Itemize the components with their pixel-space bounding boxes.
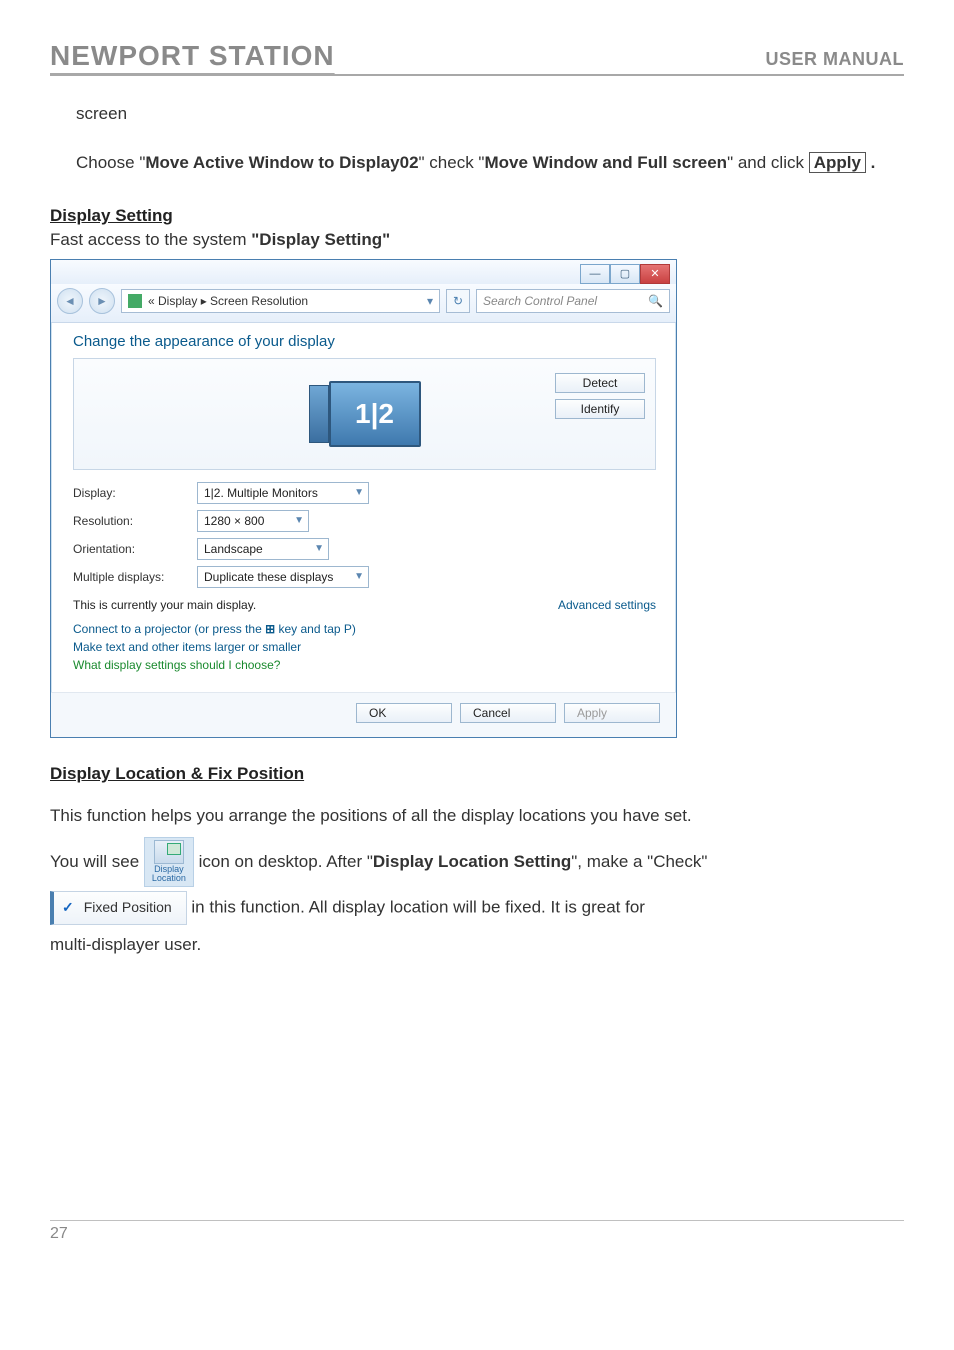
ok-button[interactable]: OK [356, 703, 452, 723]
chevron-down-icon: ▼ [354, 571, 364, 582]
detect-button[interactable]: Detect [555, 373, 645, 393]
resolution-select[interactable]: 1280 × 800 ▼ [197, 510, 309, 532]
text-fragment: " check " [419, 153, 485, 172]
page-header: NEWPORT STATION USER MANUAL [50, 40, 904, 76]
chevron-down-icon: ▼ [354, 487, 364, 498]
paragraph-fixed-position-line: ✓ Fixed Position in this function. All d… [50, 891, 904, 925]
check-icon: ✓ [62, 896, 74, 920]
breadcrumb-text: « Display ▸ Screen Resolution [148, 294, 308, 308]
bold-move-window: Move Window and Full screen [484, 153, 727, 172]
doc-subtitle: USER MANUAL [766, 49, 905, 70]
row-display: Display: 1|2. Multiple Monitors ▼ [73, 482, 656, 504]
desktop-icon-graphic [154, 840, 184, 864]
paragraph-fast-access: Fast access to the system "Display Setti… [50, 226, 904, 255]
main-display-line: This is currently your main display. Adv… [73, 598, 656, 612]
minimize-button[interactable]: — [580, 264, 610, 284]
fixed-position-menu-item[interactable]: ✓ Fixed Position [50, 891, 187, 925]
nav-forward-button[interactable]: ► [89, 288, 115, 314]
row-orientation: Orientation: Landscape ▼ [73, 538, 656, 560]
main-display-text: This is currently your main display. [73, 598, 256, 612]
windows-key-icon: ⊞ [265, 622, 275, 636]
dialog-title: Change the appearance of your display [73, 333, 656, 350]
text-fragment: ", make a "Check" [571, 851, 707, 870]
display-select-value: 1|2. Multiple Monitors [204, 486, 318, 500]
apply-button[interactable]: Apply [564, 703, 660, 723]
doc-title: NEWPORT STATION [50, 40, 335, 72]
page-number: 27 [50, 1220, 904, 1243]
text-period: . [866, 153, 875, 172]
projector-text-b: key and tap P) [275, 622, 356, 636]
resolution-select-value: 1280 × 800 [204, 514, 264, 528]
row-multiple: Multiple displays: Duplicate these displ… [73, 566, 656, 588]
chevron-down-icon: ▼ [314, 543, 324, 554]
search-input[interactable]: Search Control Panel 🔍 [476, 289, 670, 313]
heading-display-setting: Display Setting [50, 206, 904, 226]
close-button[interactable]: ✕ [640, 264, 670, 284]
label-resolution: Resolution: [73, 514, 183, 528]
monitor-number: 1|2 [355, 398, 394, 430]
text-fragment: Choose " [76, 153, 145, 172]
address-bar: ◄ ► « Display ▸ Screen Resolution ▾ ↻ Se… [51, 284, 676, 323]
display-location-desktop-icon[interactable]: Display Location [144, 837, 194, 888]
text-size-link[interactable]: Make text and other items larger or smal… [73, 640, 656, 654]
text-fragment: Fast access to the system [50, 230, 251, 249]
projector-link[interactable]: Connect to a projector (or press the ⊞ k… [73, 622, 656, 636]
dialog-body: Change the appearance of your display 1|… [51, 323, 676, 692]
apply-key: Apply [809, 152, 866, 173]
projector-text-a: Connect to a projector (or press the [73, 622, 265, 636]
paragraph-loc-icon-line: You will see Display Location icon on de… [50, 837, 904, 888]
window-controls: — ▢ ✕ [51, 260, 676, 284]
search-icon: 🔍 [648, 294, 663, 308]
paragraph-loc-intro: This function helps you arrange the posi… [50, 802, 904, 831]
chevron-down-icon: ▼ [294, 515, 304, 526]
chevron-down-icon[interactable]: ▾ [427, 294, 433, 308]
orientation-select-value: Landscape [204, 542, 263, 556]
monitor-graphic: 1|2 [309, 381, 421, 447]
fixed-position-label: Fixed Position [84, 896, 172, 920]
text-fragment: icon on desktop. After " [199, 851, 373, 870]
orientation-select[interactable]: Landscape ▼ [197, 538, 329, 560]
display-preview[interactable]: 1|2 Detect Identify [73, 358, 656, 470]
cancel-button[interactable]: Cancel [460, 703, 556, 723]
identify-button[interactable]: Identify [555, 399, 645, 419]
dialog-button-row: OK Cancel Apply [51, 692, 676, 737]
heading-display-location: Display Location & Fix Position [50, 764, 904, 784]
help-link[interactable]: What display settings should I choose? [73, 658, 656, 672]
control-panel-icon [128, 294, 142, 308]
row-resolution: Resolution: 1280 × 800 ▼ [73, 510, 656, 532]
maximize-button[interactable]: ▢ [610, 264, 640, 284]
label-display: Display: [73, 486, 183, 500]
breadcrumb[interactable]: « Display ▸ Screen Resolution ▾ [121, 289, 440, 313]
label-multiple: Multiple displays: [73, 570, 183, 584]
refresh-button[interactable]: ↻ [446, 289, 470, 313]
screen-resolution-dialog: — ▢ ✕ ◄ ► « Display ▸ Screen Resolution … [50, 259, 677, 738]
desktop-icon-label: Display Location [152, 864, 186, 884]
paragraph-loc-last: multi-displayer user. [50, 931, 904, 960]
paragraph-choose: Choose "Move Active Window to Display02"… [76, 149, 904, 178]
paragraph-screen: screen [76, 100, 904, 129]
text-fragment: You will see [50, 851, 144, 870]
multiple-displays-select[interactable]: Duplicate these displays ▼ [197, 566, 369, 588]
text-fragment: " and click [727, 153, 809, 172]
text-fragment: in this function. All display location w… [191, 898, 645, 917]
monitor-side-icon [309, 385, 329, 443]
display-select[interactable]: 1|2. Multiple Monitors ▼ [197, 482, 369, 504]
nav-back-button[interactable]: ◄ [57, 288, 83, 314]
search-placeholder: Search Control Panel [483, 294, 597, 308]
bold-move-active: Move Active Window to Display02 [145, 153, 418, 172]
label-orientation: Orientation: [73, 542, 183, 556]
bold-display-location-setting: Display Location Setting [373, 851, 571, 870]
bold-display-setting: "Display Setting" [251, 230, 390, 249]
monitor-main-icon: 1|2 [329, 381, 421, 447]
advanced-settings-link[interactable]: Advanced settings [558, 598, 656, 612]
multiple-displays-value: Duplicate these displays [204, 570, 333, 584]
